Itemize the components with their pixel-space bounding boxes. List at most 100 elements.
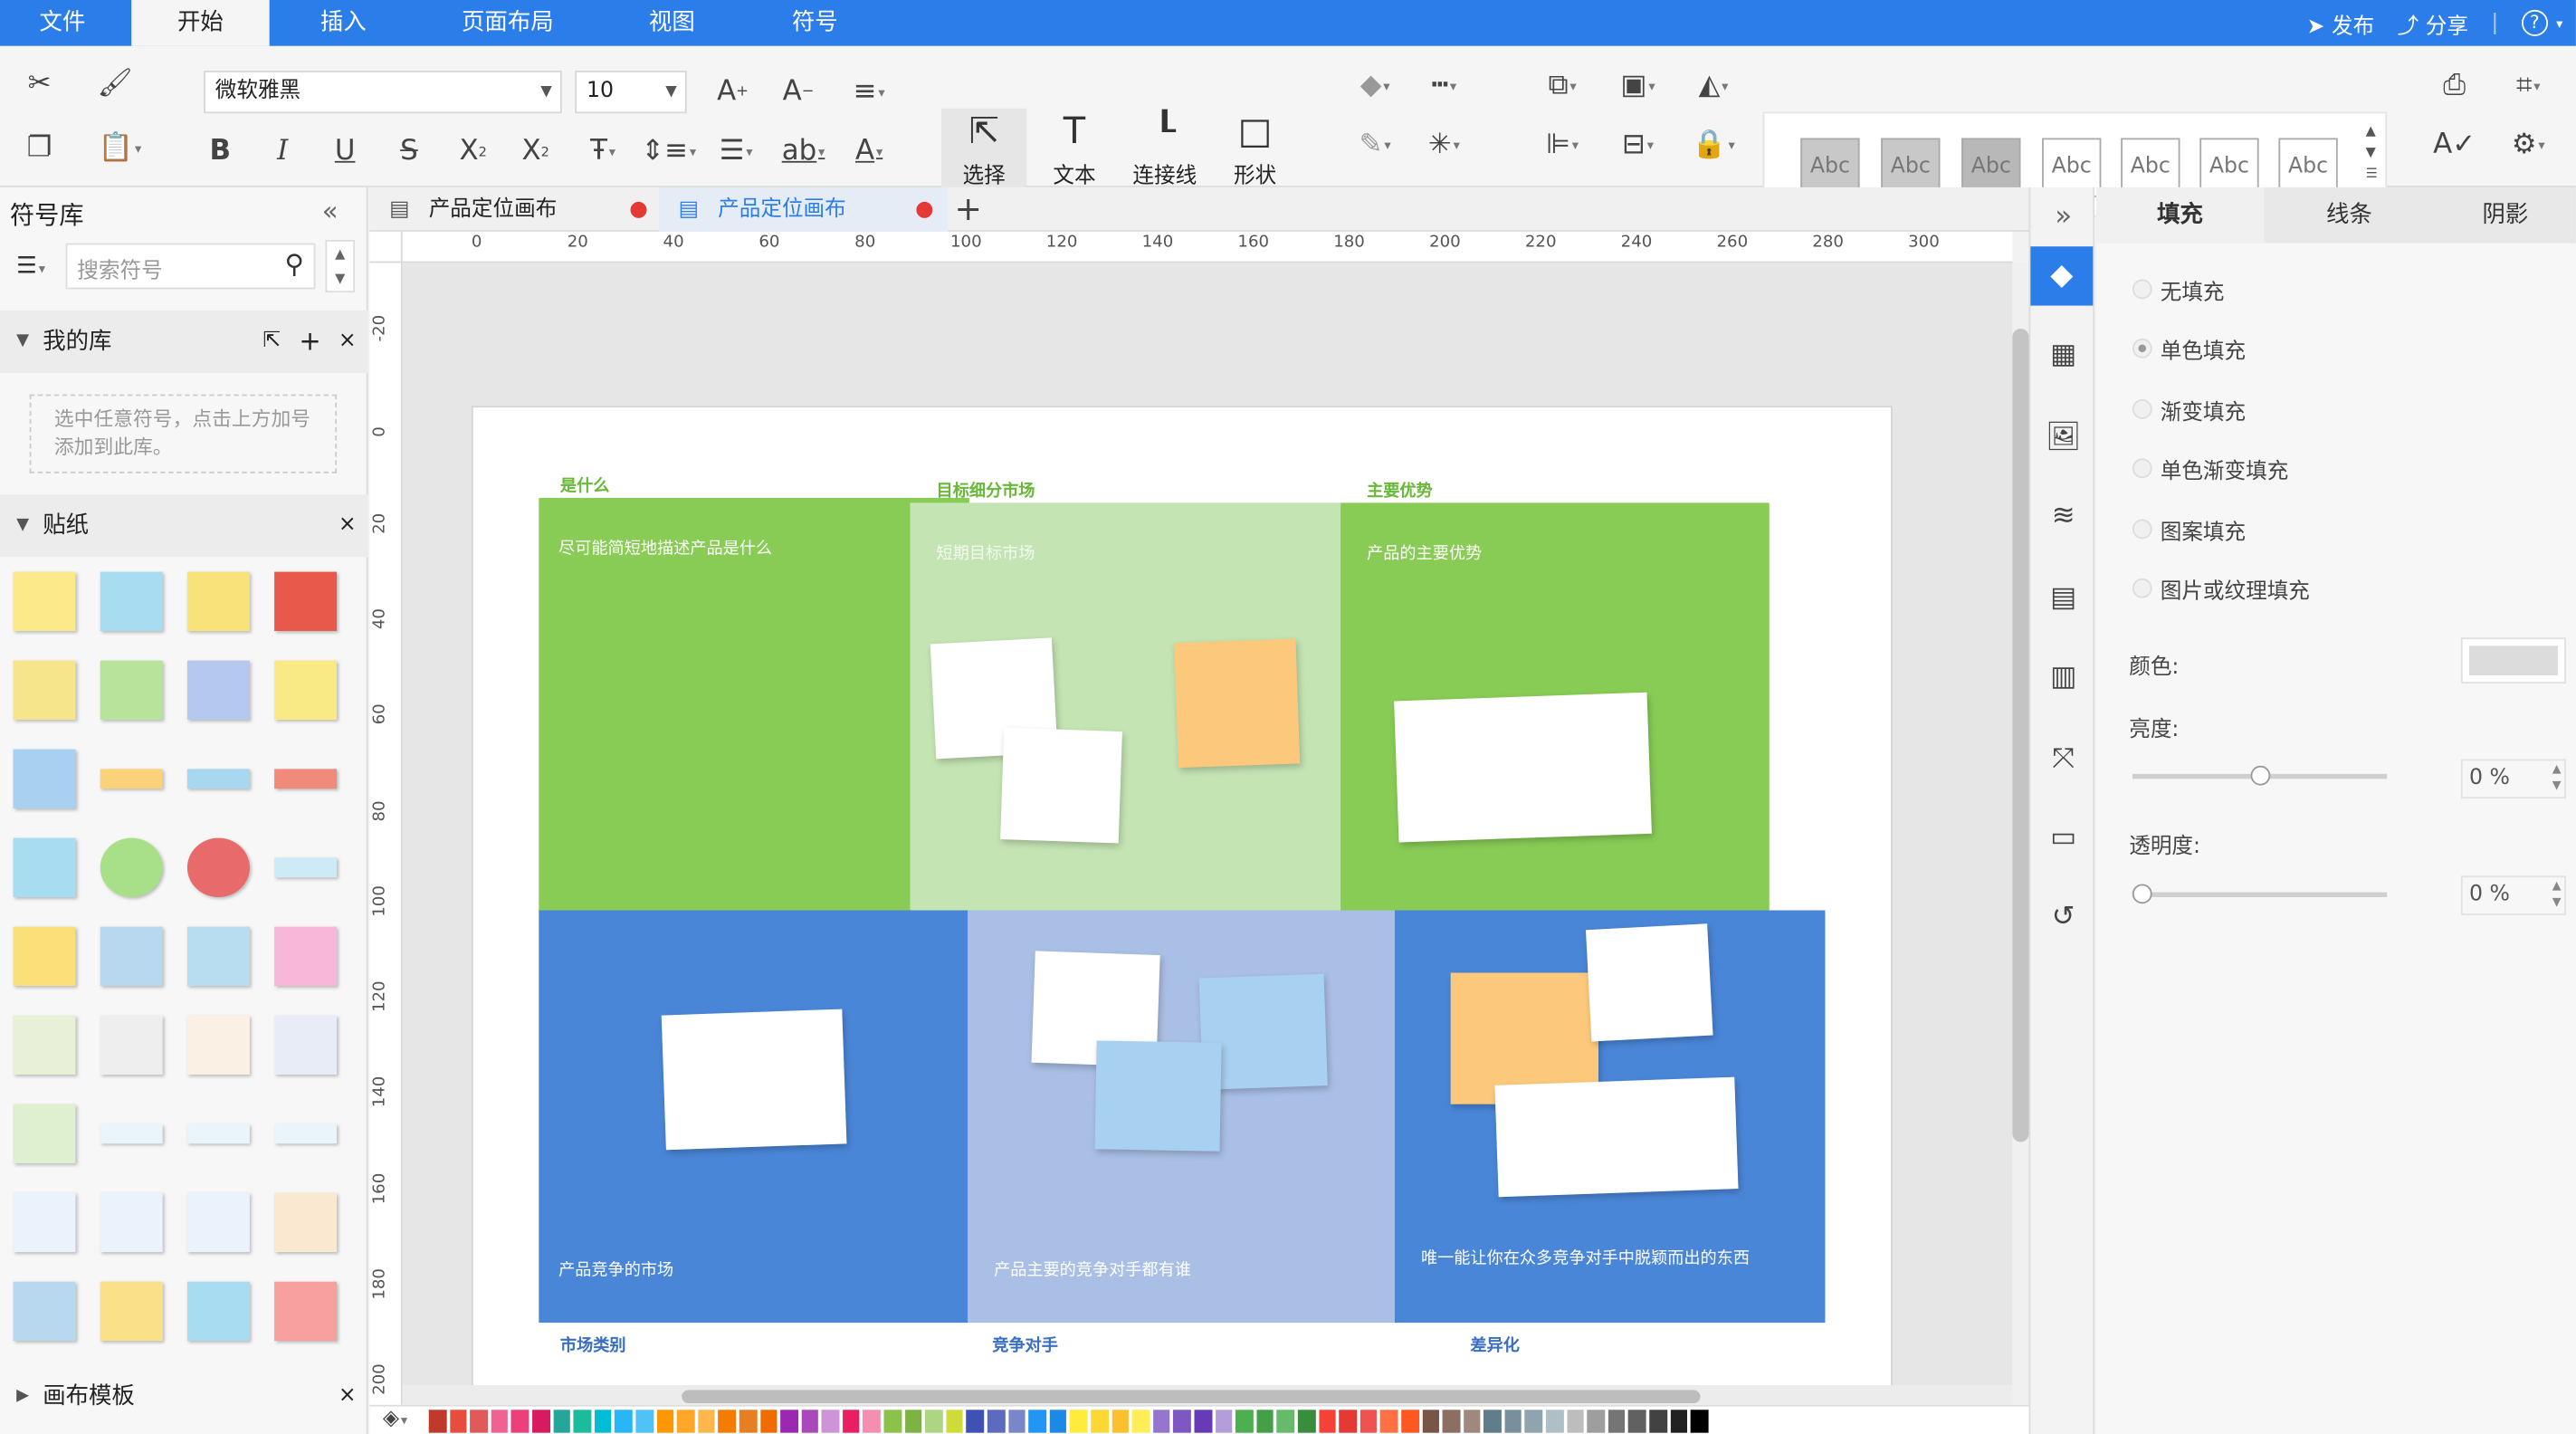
color-swatch[interactable] (1297, 1410, 1315, 1433)
sticker-item[interactable] (274, 1123, 338, 1144)
color-swatch[interactable] (739, 1410, 757, 1433)
cell-target-market[interactable]: 短期目标市场 (910, 502, 1341, 917)
menu-insert[interactable]: 插入 (276, 0, 411, 46)
color-swatch[interactable] (1608, 1410, 1626, 1433)
tab-shadow[interactable]: 阴影 (2434, 186, 2576, 244)
fill-bucket-icon[interactable]: ◈ ▾ (383, 1407, 407, 1431)
color-swatch[interactable] (573, 1410, 591, 1433)
collapse-panel-icon[interactable]: « (322, 196, 339, 226)
bold-icon[interactable]: B (200, 131, 240, 171)
color-swatch[interactable] (1276, 1410, 1295, 1433)
color-swatch[interactable] (1628, 1410, 1646, 1433)
color-swatch[interactable] (1007, 1410, 1026, 1433)
data-icon[interactable]: ▥ (2044, 657, 2084, 697)
scroll-thumb[interactable] (2012, 329, 2029, 1142)
color-swatch[interactable] (1215, 1410, 1233, 1433)
color-swatch[interactable] (532, 1410, 550, 1433)
color-swatch[interactable] (1504, 1410, 1522, 1433)
color-swatch[interactable] (1318, 1410, 1336, 1433)
color-swatch[interactable] (1131, 1410, 1150, 1433)
color-swatch[interactable] (470, 1410, 488, 1433)
sticky-note[interactable] (1174, 638, 1301, 769)
font-family-select[interactable]: 微软雅黑 ▼ (204, 71, 562, 114)
share-button[interactable]: ⤴ 分享 (2398, 7, 2468, 38)
sticker-item[interactable] (186, 1123, 250, 1144)
color-swatch[interactable] (1173, 1410, 1191, 1433)
cut-icon[interactable]: ✂ (20, 64, 60, 104)
color-swatch[interactable] (1546, 1410, 1564, 1433)
color-swatch[interactable] (1401, 1410, 1419, 1433)
sticker-item[interactable] (274, 1281, 338, 1342)
crop-icon[interactable]: ⌗ ▾ (2500, 66, 2556, 106)
close-icon[interactable]: × (339, 311, 357, 373)
flip-icon[interactable]: ◭ ▾ (1685, 66, 1741, 106)
color-swatch[interactable] (1463, 1410, 1481, 1433)
cell-key-advantage[interactable]: 产品的主要优势 (1340, 502, 1770, 913)
spell-check-icon[interactable]: A✓ (2433, 125, 2476, 165)
brightness-input[interactable]: 0 % ▲ ▼ (2460, 759, 2567, 799)
option-texture-fill[interactable]: 图片或纹理填充 (2132, 573, 2310, 605)
sticker-item[interactable] (274, 926, 338, 986)
copy-icon[interactable]: ❐ (20, 129, 60, 168)
color-swatch[interactable] (1194, 1410, 1212, 1433)
effects-icon[interactable]: ✳ ▾ (1417, 125, 1473, 165)
transparency-input[interactable]: 0 % ▲ ▼ (2460, 875, 2567, 915)
color-swatch[interactable] (1587, 1410, 1605, 1433)
lock-icon[interactable]: 🔒 ▾ (1685, 125, 1741, 165)
color-swatch[interactable] (1711, 1410, 1730, 1433)
color-swatch[interactable] (1691, 1410, 1709, 1433)
color-swatch[interactable] (594, 1410, 612, 1433)
sticky-note[interactable] (1094, 1040, 1222, 1152)
color-swatch[interactable] (1256, 1410, 1274, 1433)
sticker-item[interactable] (100, 769, 163, 789)
color-swatch[interactable] (1566, 1410, 1585, 1433)
color-swatch[interactable] (801, 1410, 819, 1433)
color-picker[interactable] (2460, 637, 2567, 684)
replace-icon[interactable]: ⚙ ▾ (2500, 125, 2556, 165)
sticky-note[interactable] (1000, 727, 1122, 844)
pen-icon[interactable]: ✎ ▾ (1347, 125, 1403, 165)
stickers-header[interactable]: ▼ 贴纸 × (0, 494, 368, 558)
menu-file[interactable]: 文件 (0, 0, 125, 46)
sticker-item[interactable] (186, 769, 250, 789)
new-tab-icon[interactable]: + (955, 187, 982, 230)
search-scroll-arrows[interactable]: ▲ ▼ (325, 239, 356, 293)
color-swatch[interactable] (1111, 1410, 1130, 1433)
sticker-item[interactable] (274, 1015, 338, 1076)
color-swatch[interactable] (1421, 1410, 1440, 1433)
menu-symbol[interactable]: 符号 (749, 0, 881, 46)
presentation-icon[interactable]: ▭ (2044, 818, 2084, 858)
font-size-select[interactable]: 10 ▼ (575, 71, 687, 114)
color-swatch[interactable] (1236, 1410, 1254, 1433)
bullet-list-icon[interactable]: ☰ ▾ (710, 131, 762, 171)
scroll-thumb[interactable] (682, 1390, 1701, 1404)
fit-icon[interactable]: ⤧ (2044, 740, 2084, 779)
color-swatch[interactable] (1670, 1410, 1688, 1433)
slider-knob[interactable] (2250, 765, 2271, 786)
sticky-note[interactable] (1585, 923, 1713, 1042)
group-icon[interactable]: ▣ ▾ (1610, 66, 1666, 106)
sticky-note[interactable] (1394, 692, 1652, 843)
color-swatch[interactable] (615, 1410, 633, 1433)
color-swatch[interactable] (1152, 1410, 1170, 1433)
sticker-item[interactable] (186, 1015, 250, 1076)
fill-bucket-icon[interactable]: ◆ ▾ (1347, 66, 1403, 106)
color-swatch[interactable] (428, 1410, 446, 1433)
option-gradient-fill[interactable]: 渐变填充 (2132, 395, 2246, 425)
sticker-item[interactable] (100, 1015, 163, 1076)
menu-home[interactable]: 开始 (131, 0, 270, 46)
cell-differentiation[interactable]: 唯一能让你在众多竞争对手中脱颖而出的东西 (1394, 910, 1826, 1324)
sticker-item[interactable] (100, 1123, 163, 1144)
cell-what[interactable]: 尽可能简短地描述产品是什么 (539, 497, 969, 913)
sticker-item[interactable] (186, 926, 250, 986)
fill-panel-icon[interactable]: ◆ (2030, 246, 2094, 306)
slider-knob[interactable] (2132, 884, 2152, 904)
color-swatch[interactable] (1339, 1410, 1357, 1433)
sticker-item[interactable] (13, 837, 76, 897)
color-swatch[interactable] (718, 1410, 736, 1433)
option-pattern-fill[interactable]: 图案填充 (2132, 514, 2246, 546)
vertical-scrollbar[interactable] (2012, 263, 2029, 1405)
format-painter-icon[interactable]: 🖌 (95, 64, 135, 104)
color-swatch[interactable] (1442, 1410, 1460, 1433)
option-solid-fill[interactable]: 单色填充 (2132, 333, 2246, 365)
